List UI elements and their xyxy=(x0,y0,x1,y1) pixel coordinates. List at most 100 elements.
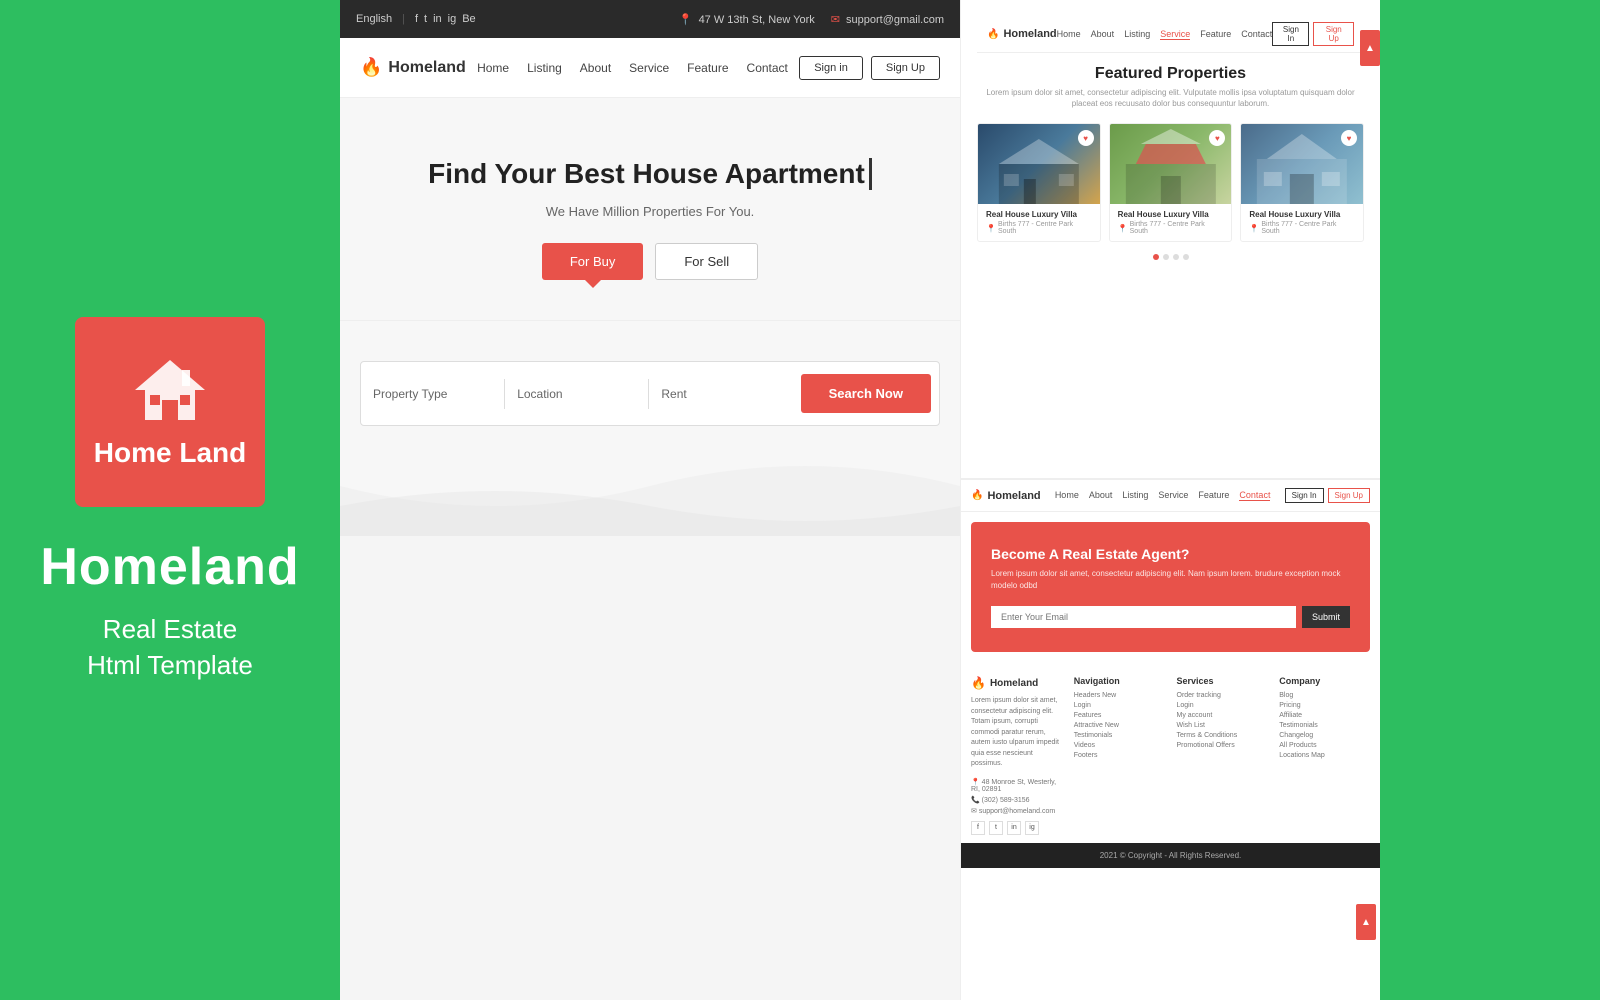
dot-1[interactable] xyxy=(1153,254,1159,260)
right-bottom-nav-service[interactable]: Service xyxy=(1158,490,1188,501)
footer-nav-link-5[interactable]: Testimonials xyxy=(1074,732,1165,739)
right-bottom-nav-listing[interactable]: Listing xyxy=(1122,490,1148,501)
footer-col-services: Services Order tracking Login My account… xyxy=(1177,676,1268,835)
footer-nav-link-6[interactable]: Videos xyxy=(1074,742,1165,749)
signup-button[interactable]: Sign Up xyxy=(871,56,940,80)
nav-link-contact[interactable]: Contact xyxy=(747,61,788,75)
right-bottom-nav-home[interactable]: Home xyxy=(1055,490,1079,501)
behance-icon[interactable]: Be xyxy=(462,13,475,25)
pagination-dots xyxy=(977,254,1364,260)
footer-nav-link-4[interactable]: Attractive New xyxy=(1074,722,1165,729)
envelope-icon: ✉ xyxy=(831,14,840,26)
agent-email-input[interactable] xyxy=(991,606,1296,628)
footer-instagram-icon[interactable]: ig xyxy=(1025,821,1039,835)
nav-link-listing[interactable]: Listing xyxy=(527,61,562,75)
right-nav-listing[interactable]: Listing xyxy=(1124,29,1150,40)
nav-link-home[interactable]: Home xyxy=(477,61,509,75)
property-card-2[interactable]: ♥ Real House Luxury Villa 📍 Births 777 xyxy=(1109,123,1233,242)
right-bottom-nav-feature[interactable]: Feature xyxy=(1198,490,1229,501)
dot-4[interactable] xyxy=(1183,254,1189,260)
signin-button[interactable]: Sign in xyxy=(799,56,863,80)
right-bottom-logo: 🔥 Homeland xyxy=(971,490,1041,502)
footer-services-link-4[interactable]: Wish List xyxy=(1177,722,1268,729)
footer-services-link-5[interactable]: Terms & Conditions xyxy=(1177,732,1268,739)
right-nav-service[interactable]: Service xyxy=(1160,29,1190,40)
footer-logo-area: 🔥 Homeland xyxy=(971,676,1062,690)
footer-company-link-5[interactable]: Changelog xyxy=(1279,732,1370,739)
footer-email: ✉ support@homeland.com xyxy=(971,807,1062,815)
favorite-icon-1[interactable]: ♥ xyxy=(1078,130,1094,146)
facebook-icon[interactable]: f xyxy=(415,13,418,25)
footer-address: 📍 48 Monroe St, Westerly, RI, 02891 xyxy=(971,778,1062,793)
nav-link-feature[interactable]: Feature xyxy=(687,61,728,75)
hero-subtitle: We Have Million Properties For You. xyxy=(370,204,930,219)
footer-logo-text: Homeland xyxy=(990,678,1038,689)
search-now-button[interactable]: Search Now xyxy=(801,374,931,413)
dot-2[interactable] xyxy=(1163,254,1169,260)
brand-title: Homeland xyxy=(40,537,299,597)
right-nav-buttons: Sign In Sign Up xyxy=(1272,22,1354,46)
footer-nav-link-7[interactable]: Footers xyxy=(1074,752,1165,759)
footer-copyright: 2021 © Copyright - All Rights Reserved. xyxy=(961,843,1380,868)
scroll-up-button[interactable]: ▲ xyxy=(1360,30,1380,66)
property-name-1: Real House Luxury Villa xyxy=(986,210,1092,219)
nav-link-about[interactable]: About xyxy=(580,61,611,75)
footer-company-link-7[interactable]: Locations Map xyxy=(1279,752,1370,759)
property-address-1: 📍 Births 777 - Centre Park South xyxy=(986,221,1092,235)
footer-company-link-3[interactable]: Affiliate xyxy=(1279,712,1370,719)
footer-company-link-6[interactable]: All Products xyxy=(1279,742,1370,749)
rent-select[interactable]: Rent xyxy=(649,379,792,409)
nav-link-service[interactable]: Service xyxy=(629,61,669,75)
pin-icon: 📍 xyxy=(679,14,693,26)
main-navbar: 🔥 Homeland Home Listing About Service Fe… xyxy=(340,38,960,98)
topbar-right: 📍 47 W 13th St, New York ✉ support@gmail… xyxy=(679,13,944,26)
center-screenshot: English | f t in ig Be 📍 47 W 13th St, N… xyxy=(340,0,960,1000)
location-select[interactable]: Location xyxy=(505,379,649,409)
property-address-3: 📍 Births 777 - Centre Park South xyxy=(1249,221,1355,235)
main-area: English | f t in ig Be 📍 47 W 13th St, N… xyxy=(340,0,1600,1000)
right-signup-button[interactable]: Sign Up xyxy=(1313,22,1354,46)
right-nav-contact[interactable]: Contact xyxy=(1241,29,1272,40)
property-card-3[interactable]: ♥ Real House Luxury Villa 📍 xyxy=(1240,123,1364,242)
right-nav-home[interactable]: Home xyxy=(1057,29,1081,40)
footer-nav-link-3[interactable]: Features xyxy=(1074,712,1165,719)
twitter-icon[interactable]: t xyxy=(424,13,427,25)
footer-services-link-3[interactable]: My account xyxy=(1177,712,1268,719)
right-bottom-nav-contact[interactable]: Contact xyxy=(1239,490,1270,501)
footer-company-link-4[interactable]: Testimonials xyxy=(1279,722,1370,729)
hero-section: Find Your Best House Apartment We Have M… xyxy=(340,98,960,321)
footer-linkedin-icon[interactable]: in xyxy=(1007,821,1021,835)
property-type-select[interactable]: Property Type xyxy=(361,379,505,409)
right-signin-button[interactable]: Sign In xyxy=(1272,22,1309,46)
dot-3[interactable] xyxy=(1173,254,1179,260)
footer-nav-link-2[interactable]: Login xyxy=(1074,702,1165,709)
footer-social-links: f t in ig xyxy=(971,821,1062,835)
right-nav-about[interactable]: About xyxy=(1091,29,1115,40)
scroll-down-button[interactable]: ▲ xyxy=(1356,904,1376,940)
footer-services-link-6[interactable]: Promotional Offers xyxy=(1177,742,1268,749)
left-panel: Home Land Homeland Real Estate Html Temp… xyxy=(0,0,340,1000)
footer-nav-link-1[interactable]: Headers New xyxy=(1074,692,1165,699)
tab-for-buy[interactable]: For Buy xyxy=(542,243,644,280)
tab-for-sell[interactable]: For Sell xyxy=(655,243,758,280)
topbar: English | f t in ig Be 📍 47 W 13th St, N… xyxy=(340,0,960,38)
instagram-icon[interactable]: ig xyxy=(448,13,457,25)
right-bottom-signup-button[interactable]: Sign Up xyxy=(1328,488,1370,503)
linkedin-icon[interactable]: in xyxy=(433,13,442,25)
agent-submit-button[interactable]: Submit xyxy=(1302,606,1350,628)
footer-flame-icon: 🔥 xyxy=(971,676,986,690)
nav-logo: 🔥 Homeland xyxy=(360,57,466,78)
footer-facebook-icon[interactable]: f xyxy=(971,821,985,835)
footer-company-link-1[interactable]: Blog xyxy=(1279,692,1370,699)
footer-services-link-2[interactable]: Login xyxy=(1177,702,1268,709)
footer-services-link-1[interactable]: Order tracking xyxy=(1177,692,1268,699)
footer-company-link-2[interactable]: Pricing xyxy=(1279,702,1370,709)
language-selector[interactable]: English xyxy=(356,13,392,25)
footer-twitter-icon[interactable]: t xyxy=(989,821,1003,835)
property-card-1[interactable]: ♥ Real House Luxury Villa 📍 xyxy=(977,123,1101,242)
right-nav-feature[interactable]: Feature xyxy=(1200,29,1231,40)
right-bottom-nav-about[interactable]: About xyxy=(1089,490,1113,501)
footer-description: Lorem ipsum dolor sit amet, consectetur … xyxy=(971,696,1062,770)
right-bottom-signin-button[interactable]: Sign In xyxy=(1285,488,1324,503)
property-info-3: Real House Luxury Villa 📍 Births 777 - C… xyxy=(1241,204,1363,241)
